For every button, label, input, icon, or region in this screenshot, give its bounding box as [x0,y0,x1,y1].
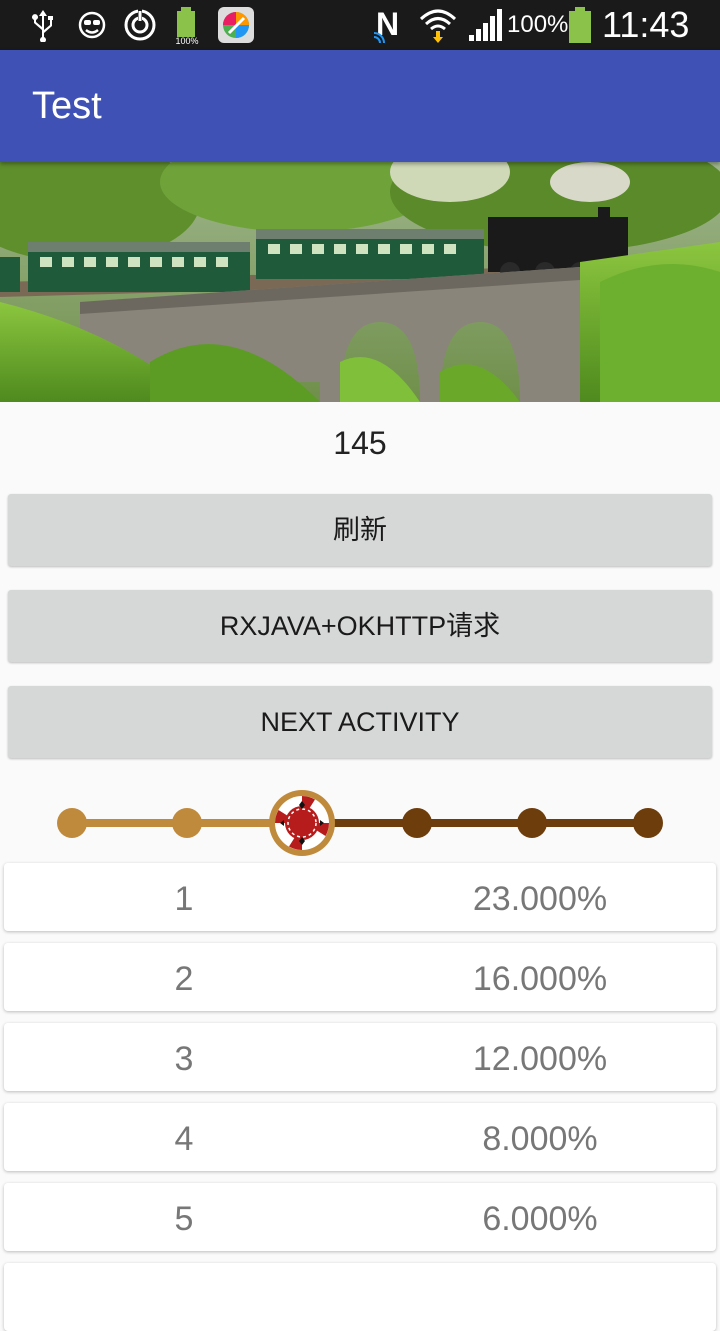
nfc-icon: N [372,0,406,50]
signal-icon [466,0,504,50]
sync-icon [122,0,158,50]
svg-text:N: N [376,6,399,42]
list-item[interactable]: 3 12.000% [4,1023,716,1091]
percent-label: 16.000% [472,960,608,998]
counter-value: 145 [333,425,387,461]
wifi-icon [418,0,458,50]
next-activity-button[interactable]: NEXT ACTIVITY [8,686,712,758]
step-dot-2 [172,808,202,838]
battery-app-icon: 100% [172,0,202,50]
battery-percent: 100% [507,11,569,38]
step-dot-5 [517,808,547,838]
rank-label: 5 [174,1200,194,1238]
list-item[interactable]: 1 23.000% [4,863,716,931]
poker-chip-icon [269,790,335,856]
step-dot-4 [402,808,432,838]
clock: 11:43 [602,4,690,45]
battery-icon [566,0,594,50]
banner-image[interactable] [0,162,720,402]
list-item[interactable]: 5 6.000% [4,1183,716,1251]
step-indicator[interactable] [0,785,720,865]
rank-label: 1 [174,880,194,918]
percent-label: 12.000% [472,1040,608,1078]
step-dot-1 [57,808,87,838]
rxjava-okhttp-request-button[interactable]: RXJAVA+OKHTTP请求 [8,590,712,662]
percent-label [364,1263,716,1331]
percent-label: 23.000% [472,880,608,918]
colorful-app-icon [218,0,254,50]
percent-label: 8.000% [482,1120,598,1158]
step-dot-6 [633,808,663,838]
svg-text:100%: 100% [175,36,198,45]
status-bar: 100% N 100% 11:43 [0,0,720,50]
list-item[interactable] [4,1263,716,1331]
usb-icon [30,0,56,50]
rank-label: 4 [174,1120,194,1158]
app-bar: Test [0,50,720,162]
app-title: Test [32,85,102,127]
list-item[interactable]: 4 8.000% [4,1103,716,1171]
smiley-glasses-icon [76,0,108,50]
refresh-button[interactable]: 刷新 [8,494,712,566]
list-item[interactable]: 2 16.000% [4,943,716,1011]
percent-label: 6.000% [482,1200,598,1238]
rank-label [4,1263,364,1331]
rank-label: 2 [174,960,194,998]
rank-label: 3 [174,1040,194,1078]
